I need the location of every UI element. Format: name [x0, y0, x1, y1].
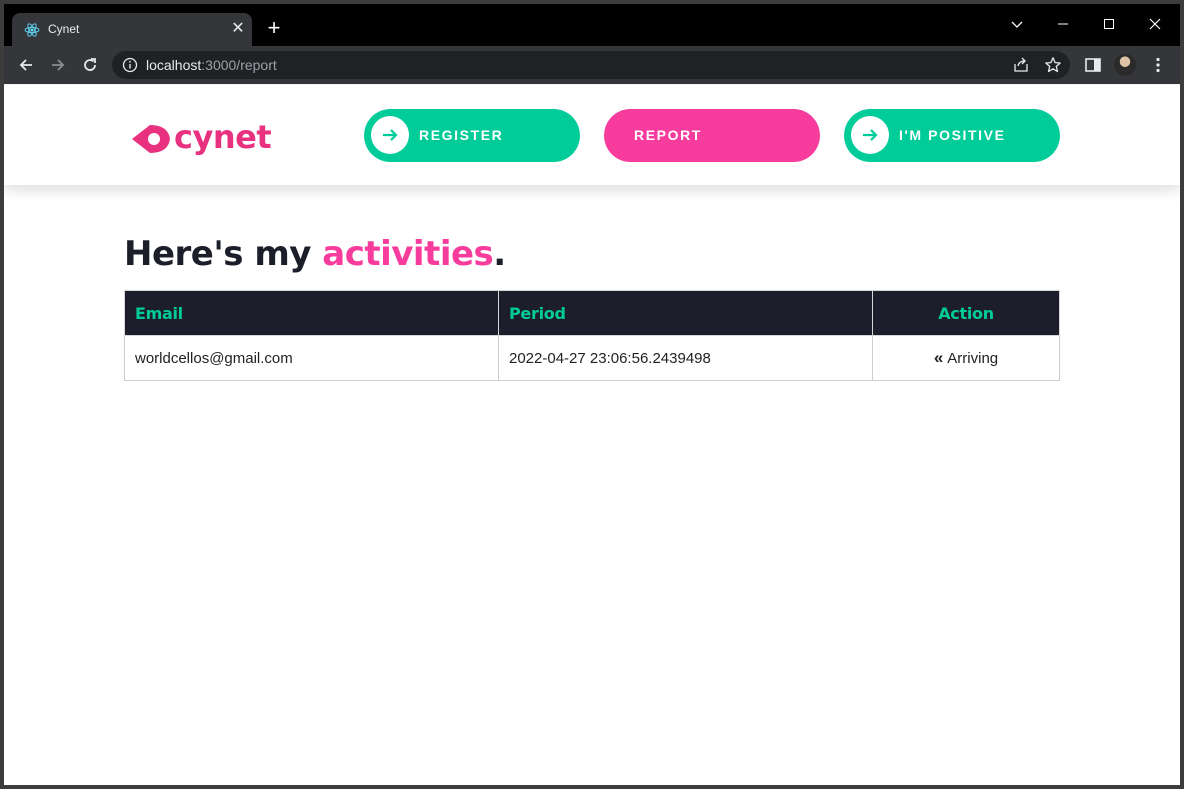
column-header-email: Email: [124, 290, 499, 336]
new-tab-button[interactable]: +: [262, 16, 286, 40]
cell-period: 2022-04-27 23:06:56.2439498: [498, 335, 873, 381]
logo-wordmark: cynet: [174, 118, 272, 156]
page-viewport: cynet REGISTER REPORT I'M POSITIVE Here'…: [4, 84, 1180, 785]
activities-table: Email Period Action worldcellos@gmail.co…: [124, 290, 1060, 381]
bookmark-star-icon[interactable]: [1044, 56, 1062, 74]
close-window-button[interactable]: [1132, 10, 1178, 38]
heading-suffix: .: [493, 234, 506, 274]
site-header: cynet REGISTER REPORT I'M POSITIVE: [4, 84, 1180, 185]
minimize-button[interactable]: [1040, 10, 1086, 38]
forward-button[interactable]: [46, 53, 70, 77]
register-button[interactable]: REGISTER: [364, 109, 580, 162]
tab-search-dropdown-icon[interactable]: [994, 10, 1040, 38]
arrow-right-icon: [851, 116, 889, 154]
double-chevron-left-icon: «: [933, 348, 944, 367]
register-label: REGISTER: [419, 127, 504, 143]
report-label: REPORT: [634, 127, 702, 143]
cell-email: worldcellos@gmail.com: [124, 335, 499, 381]
title-bar: Cynet ✕ +: [4, 4, 1180, 46]
url-path: :3000/report: [201, 57, 277, 73]
tab-title: Cynet: [48, 22, 80, 36]
heading-prefix: Here's my: [124, 234, 323, 274]
reload-button[interactable]: [78, 53, 102, 77]
browser-toolbar: localhost:3000/report: [4, 46, 1180, 84]
column-header-period: Period: [498, 290, 873, 336]
browser-window: Cynet ✕ + localhost:3000/report cynet RE…: [4, 4, 1180, 785]
cell-action[interactable]: «Arriving: [872, 335, 1060, 381]
report-button[interactable]: REPORT: [604, 109, 820, 162]
url-host: localhost: [146, 57, 202, 73]
browser-tab[interactable]: Cynet ✕: [12, 13, 252, 46]
browser-menu-icon[interactable]: [1148, 55, 1168, 75]
site-info-icon[interactable]: [122, 57, 138, 73]
share-icon[interactable]: [1012, 56, 1030, 74]
url-text[interactable]: localhost:3000/report: [146, 57, 277, 73]
cynet-logo-mark-icon: [132, 125, 170, 153]
cynet-logo[interactable]: cynet: [128, 119, 274, 159]
back-button[interactable]: [14, 53, 38, 77]
address-bar[interactable]: localhost:3000/report: [112, 51, 1070, 79]
heading-accent: activities: [322, 234, 494, 274]
profile-avatar[interactable]: [1114, 54, 1136, 76]
page-title: Here's my activities.: [124, 234, 506, 274]
table-row: worldcellos@gmail.com 2022-04-27 23:06:5…: [124, 335, 1060, 381]
arrow-right-icon: [371, 116, 409, 154]
im-positive-button[interactable]: I'M POSITIVE: [844, 109, 1060, 162]
react-favicon-icon: [24, 23, 40, 37]
action-label: Arriving: [947, 350, 999, 367]
side-panel-icon[interactable]: [1084, 56, 1102, 74]
column-header-action: Action: [872, 290, 1060, 336]
maximize-button[interactable]: [1086, 10, 1132, 38]
table-header-row: Email Period Action: [124, 290, 1060, 336]
im-positive-label: I'M POSITIVE: [899, 127, 1006, 143]
tab-close-icon[interactable]: ✕: [228, 19, 248, 39]
